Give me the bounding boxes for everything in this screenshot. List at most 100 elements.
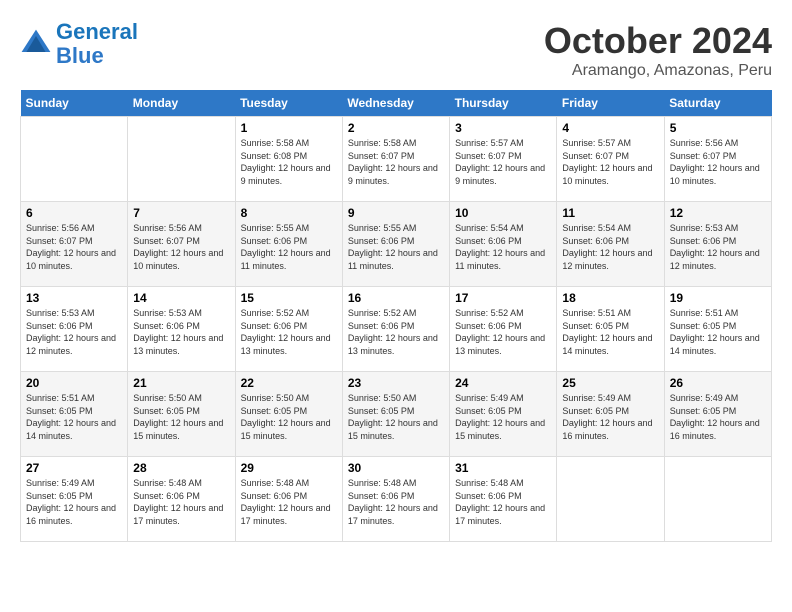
- day-number: 19: [670, 291, 766, 305]
- day-number: 16: [348, 291, 444, 305]
- header-monday: Monday: [128, 90, 235, 117]
- calendar-cell-w3-d3: 15 Sunrise: 5:52 AMSunset: 6:06 PMDayligh…: [235, 287, 342, 372]
- calendar-cell-w5-d1: 27Sunrise: 5:49 AMSunset: 6:05 PMDayligh…: [21, 457, 128, 542]
- day-number: 4: [562, 121, 658, 135]
- day-number: 25: [562, 376, 658, 390]
- logo-icon: [20, 28, 52, 60]
- logo-text: General Blue: [56, 20, 138, 68]
- day-info: Sunrise: 5:49 AMSunset: 6:05 PMDaylight:…: [562, 392, 658, 442]
- calendar-cell-w4-d2: 21 Sunrise: 5:50 AMSunset: 6:05 PMDayligh…: [128, 372, 235, 457]
- calendar-cell-w4-d1: 20 Sunrise: 5:51 AMSunset: 6:05 PMDayligh…: [21, 372, 128, 457]
- day-number: 10: [455, 206, 551, 220]
- day-number: 3: [455, 121, 551, 135]
- calendar-body: 1 Sunrise: 5:58 AMSunset: 6:08 PMDaylight…: [21, 117, 772, 542]
- day-info: Sunrise: 5:58 AMSunset: 6:08 PMDaylight:…: [241, 137, 337, 187]
- calendar-cell-w3-d1: 13Sunrise: 5:53 AMSunset: 6:06 PMDayligh…: [21, 287, 128, 372]
- calendar-cell-w3-d4: 16 Sunrise: 5:52 AMSunset: 6:06 PMDayligh…: [342, 287, 449, 372]
- day-info: Sunrise: 5:48 AMSunset: 6:06 PMDaylight:…: [348, 477, 444, 527]
- day-info: Sunrise: 5:49 AMSunset: 6:05 PMDaylight:…: [455, 392, 551, 442]
- day-number: 26: [670, 376, 766, 390]
- day-info: Sunrise: 5:53 AMSunset: 6:06 PMDaylight:…: [670, 222, 766, 272]
- day-info: Sunrise: 5:57 AMSunset: 6:07 PMDaylight:…: [455, 137, 551, 187]
- header-friday: Friday: [557, 90, 664, 117]
- day-number: 1: [241, 121, 337, 135]
- day-info: Sunrise: 5:50 AMSunset: 6:05 PMDaylight:…: [241, 392, 337, 442]
- logo: General Blue: [20, 20, 138, 68]
- day-number: 7: [133, 206, 229, 220]
- calendar-cell-w4-d6: 25 Sunrise: 5:49 AMSunset: 6:05 PMDayligh…: [557, 372, 664, 457]
- day-info: Sunrise: 5:51 AMSunset: 6:05 PMDaylight:…: [562, 307, 658, 357]
- logo-line1: General: [56, 19, 138, 44]
- day-number: 31: [455, 461, 551, 475]
- day-info: Sunrise: 5:49 AMSunset: 6:05 PMDaylight:…: [670, 392, 766, 442]
- day-info: Sunrise: 5:51 AMSunset: 6:05 PMDaylight:…: [670, 307, 766, 357]
- header-thursday: Thursday: [450, 90, 557, 117]
- day-number: 20: [26, 376, 122, 390]
- calendar-cell-w3-d6: 18 Sunrise: 5:51 AMSunset: 6:05 PMDayligh…: [557, 287, 664, 372]
- day-number: 2: [348, 121, 444, 135]
- day-number: 13: [26, 291, 122, 305]
- header-wednesday: Wednesday: [342, 90, 449, 117]
- day-number: 8: [241, 206, 337, 220]
- calendar-cell-w1-d2: [128, 117, 235, 202]
- calendar-cell-w5-d3: 29 Sunrise: 5:48 AMSunset: 6:06 PMDayligh…: [235, 457, 342, 542]
- day-info: Sunrise: 5:51 AMSunset: 6:05 PMDaylight:…: [26, 392, 122, 442]
- calendar-cell-w1-d7: 5 Sunrise: 5:56 AMSunset: 6:07 PMDaylight…: [664, 117, 771, 202]
- calendar-cell-w2-d6: 11Sunrise: 5:54 AMSunset: 6:06 PMDayligh…: [557, 202, 664, 287]
- day-info: Sunrise: 5:48 AMSunset: 6:06 PMDaylight:…: [455, 477, 551, 527]
- page-header: General Blue October 2024 Aramango, Amaz…: [20, 20, 772, 80]
- calendar-cell-w2-d5: 10 Sunrise: 5:54 AMSunset: 6:06 PMDayligh…: [450, 202, 557, 287]
- title-section: October 2024 Aramango, Amazonas, Peru: [544, 20, 772, 80]
- day-info: Sunrise: 5:54 AMSunset: 6:06 PMDaylight:…: [562, 222, 658, 272]
- calendar-cell-w5-d2: 28 Sunrise: 5:48 AMSunset: 6:06 PMDayligh…: [128, 457, 235, 542]
- day-number: 23: [348, 376, 444, 390]
- calendar-cell-w4-d4: 23 Sunrise: 5:50 AMSunset: 6:05 PMDayligh…: [342, 372, 449, 457]
- day-number: 6: [26, 206, 122, 220]
- day-info: Sunrise: 5:49 AMSunset: 6:05 PMDaylight:…: [26, 477, 122, 527]
- day-number: 21: [133, 376, 229, 390]
- calendar-table: Sunday Monday Tuesday Wednesday Thursday…: [20, 90, 772, 542]
- calendar-cell-w5-d4: 30 Sunrise: 5:48 AMSunset: 6:06 PMDayligh…: [342, 457, 449, 542]
- calendar-cell-w1-d1: [21, 117, 128, 202]
- day-number: 9: [348, 206, 444, 220]
- day-info: Sunrise: 5:48 AMSunset: 6:06 PMDaylight:…: [133, 477, 229, 527]
- calendar-cell-w5-d6: [557, 457, 664, 542]
- day-number: 30: [348, 461, 444, 475]
- day-info: Sunrise: 5:52 AMSunset: 6:06 PMDaylight:…: [348, 307, 444, 357]
- day-info: Sunrise: 5:56 AMSunset: 6:07 PMDaylight:…: [26, 222, 122, 272]
- day-number: 15: [241, 291, 337, 305]
- day-info: Sunrise: 5:50 AMSunset: 6:05 PMDaylight:…: [348, 392, 444, 442]
- day-info: Sunrise: 5:48 AMSunset: 6:06 PMDaylight:…: [241, 477, 337, 527]
- week-row-5: 27Sunrise: 5:49 AMSunset: 6:05 PMDayligh…: [21, 457, 772, 542]
- calendar-cell-w3-d5: 17Sunrise: 5:52 AMSunset: 6:06 PMDayligh…: [450, 287, 557, 372]
- logo-line2: Blue: [56, 43, 104, 68]
- calendar-cell-w2-d3: 8 Sunrise: 5:55 AMSunset: 6:06 PMDaylight…: [235, 202, 342, 287]
- day-info: Sunrise: 5:55 AMSunset: 6:06 PMDaylight:…: [348, 222, 444, 272]
- calendar-cell-w1-d3: 1 Sunrise: 5:58 AMSunset: 6:08 PMDaylight…: [235, 117, 342, 202]
- calendar-cell-w4-d3: 22Sunrise: 5:50 AMSunset: 6:05 PMDayligh…: [235, 372, 342, 457]
- weekday-header-row: Sunday Monday Tuesday Wednesday Thursday…: [21, 90, 772, 117]
- calendar-cell-w5-d7: [664, 457, 771, 542]
- day-number: 5: [670, 121, 766, 135]
- calendar-header: Sunday Monday Tuesday Wednesday Thursday…: [21, 90, 772, 117]
- day-info: Sunrise: 5:56 AMSunset: 6:07 PMDaylight:…: [670, 137, 766, 187]
- day-number: 24: [455, 376, 551, 390]
- day-number: 12: [670, 206, 766, 220]
- calendar-cell-w1-d4: 2 Sunrise: 5:58 AMSunset: 6:07 PMDaylight…: [342, 117, 449, 202]
- day-number: 29: [241, 461, 337, 475]
- day-info: Sunrise: 5:54 AMSunset: 6:06 PMDaylight:…: [455, 222, 551, 272]
- day-info: Sunrise: 5:52 AMSunset: 6:06 PMDaylight:…: [241, 307, 337, 357]
- day-info: Sunrise: 5:57 AMSunset: 6:07 PMDaylight:…: [562, 137, 658, 187]
- day-info: Sunrise: 5:55 AMSunset: 6:06 PMDaylight:…: [241, 222, 337, 272]
- calendar-cell-w4-d7: 26 Sunrise: 5:49 AMSunset: 6:05 PMDayligh…: [664, 372, 771, 457]
- day-number: 18: [562, 291, 658, 305]
- day-number: 28: [133, 461, 229, 475]
- calendar-cell-w5-d5: 31 Sunrise: 5:48 AMSunset: 6:06 PMDayligh…: [450, 457, 557, 542]
- day-info: Sunrise: 5:50 AMSunset: 6:05 PMDaylight:…: [133, 392, 229, 442]
- calendar-cell-w2-d4: 9 Sunrise: 5:55 AMSunset: 6:06 PMDaylight…: [342, 202, 449, 287]
- week-row-2: 6 Sunrise: 5:56 AMSunset: 6:07 PMDaylight…: [21, 202, 772, 287]
- day-number: 14: [133, 291, 229, 305]
- calendar-cell-w4-d5: 24 Sunrise: 5:49 AMSunset: 6:05 PMDayligh…: [450, 372, 557, 457]
- day-info: Sunrise: 5:58 AMSunset: 6:07 PMDaylight:…: [348, 137, 444, 187]
- calendar-cell-w1-d6: 4 Sunrise: 5:57 AMSunset: 6:07 PMDaylight…: [557, 117, 664, 202]
